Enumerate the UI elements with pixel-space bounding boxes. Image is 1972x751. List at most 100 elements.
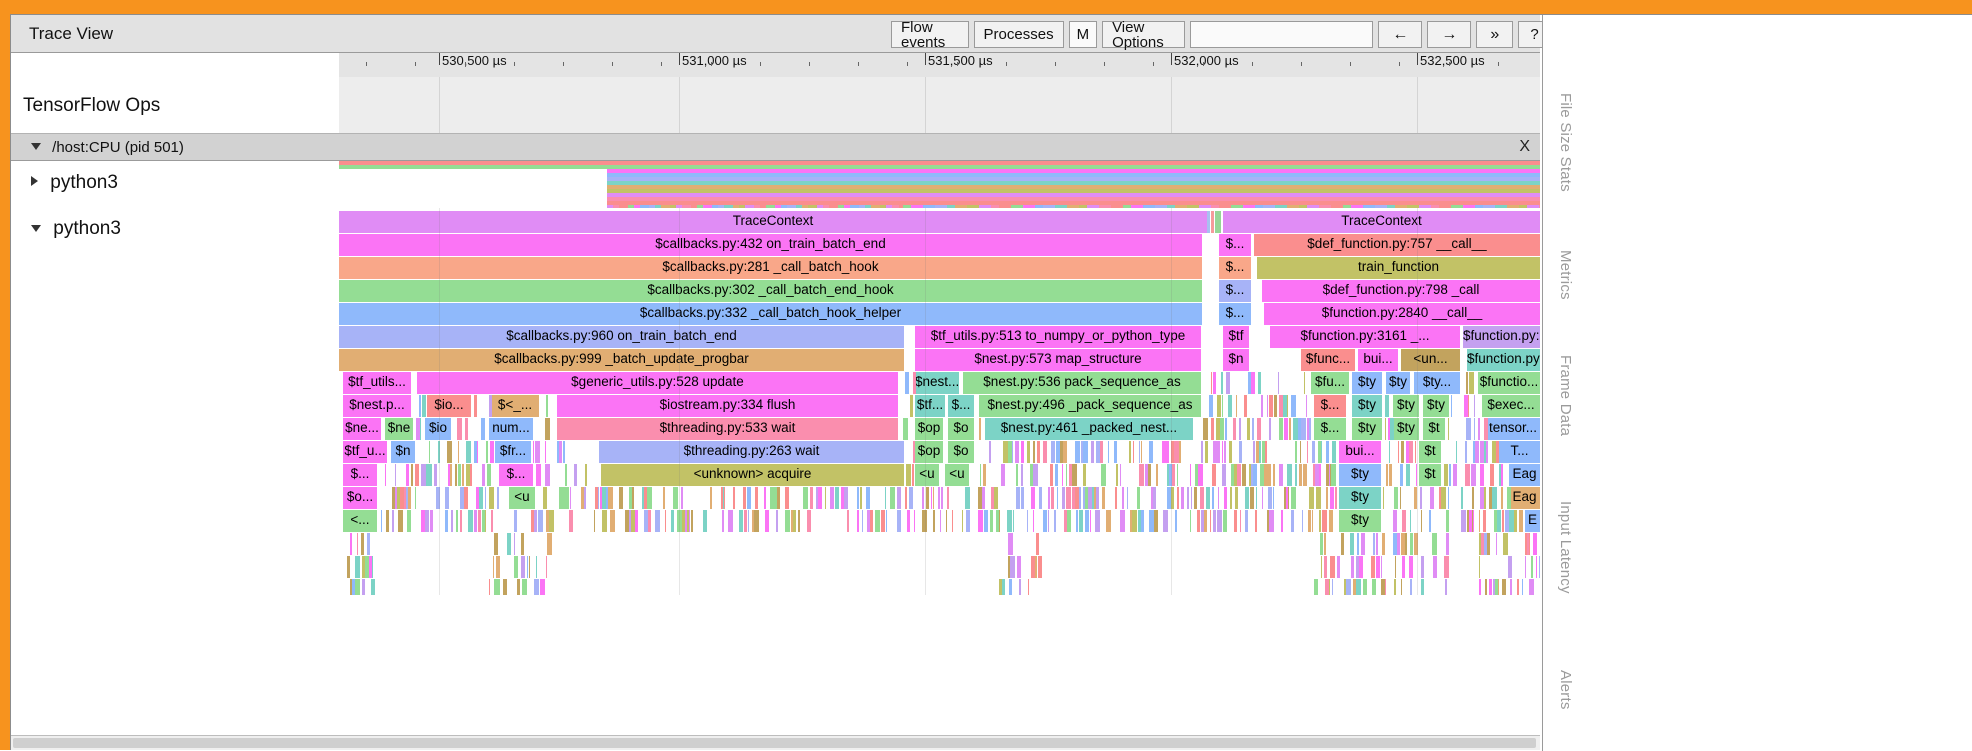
flame-block[interactable] xyxy=(1139,441,1140,463)
flame-block[interactable] xyxy=(1224,487,1227,509)
flame-block[interactable] xyxy=(1062,487,1065,509)
flame-block[interactable] xyxy=(496,579,500,595)
flame-block[interactable] xyxy=(886,510,887,532)
flame-block[interactable] xyxy=(534,579,539,595)
flame-block[interactable] xyxy=(1009,579,1012,595)
flame-block[interactable] xyxy=(563,441,565,463)
flame-block[interactable] xyxy=(1091,441,1094,463)
flame-block[interactable] xyxy=(464,487,468,509)
metrics-m-button[interactable]: M xyxy=(1068,21,1098,48)
flame-block[interactable] xyxy=(847,510,849,532)
flame-block[interactable] xyxy=(1329,464,1330,486)
flame-block[interactable] xyxy=(946,510,947,532)
flame-block[interactable] xyxy=(1525,556,1526,578)
flame-block[interactable] xyxy=(1197,510,1200,532)
flame-block[interactable] xyxy=(1013,510,1014,532)
flame-block[interactable] xyxy=(1284,418,1288,440)
flame-block[interactable] xyxy=(1051,487,1054,509)
flame-block[interactable] xyxy=(1108,441,1109,463)
flame-block[interactable] xyxy=(1394,579,1396,595)
flame-block[interactable]: $... xyxy=(1314,418,1346,440)
prev-result-button[interactable]: ← xyxy=(1378,21,1423,48)
flame-block[interactable]: $op xyxy=(915,418,943,440)
flame-block[interactable] xyxy=(1163,510,1168,532)
flame-block[interactable] xyxy=(1517,579,1519,595)
flame-block[interactable] xyxy=(1051,441,1055,463)
flame-block[interactable] xyxy=(1492,487,1497,509)
flame-block[interactable] xyxy=(570,487,571,509)
flame-block[interactable] xyxy=(1451,395,1452,417)
flame-block[interactable] xyxy=(1120,510,1125,532)
flame-block[interactable] xyxy=(897,487,901,509)
flame-block[interactable] xyxy=(1021,441,1024,463)
flame-block[interactable] xyxy=(1456,441,1457,463)
flame-block[interactable] xyxy=(474,510,477,532)
flame-block[interactable] xyxy=(1050,464,1053,486)
flame-block[interactable] xyxy=(962,510,963,532)
flame-block[interactable] xyxy=(468,510,473,532)
flame-block[interactable] xyxy=(490,441,494,463)
flame-block[interactable] xyxy=(1021,487,1024,509)
flame-block[interactable] xyxy=(455,464,457,486)
flame-block[interactable] xyxy=(1444,556,1449,578)
flame-block[interactable]: E xyxy=(1525,510,1540,532)
flame-block[interactable] xyxy=(1304,372,1305,394)
flame-block[interactable] xyxy=(1372,579,1376,595)
flame-block[interactable]: <... xyxy=(343,510,377,532)
flame-block[interactable] xyxy=(1453,464,1457,486)
flame-block[interactable] xyxy=(914,510,915,532)
flame-block[interactable] xyxy=(1533,533,1537,555)
flame-block[interactable] xyxy=(1295,441,1297,463)
flame-block[interactable] xyxy=(470,464,472,486)
flame-block[interactable] xyxy=(1502,510,1504,532)
flame-block[interactable] xyxy=(1139,464,1144,486)
flame-block[interactable] xyxy=(938,487,940,509)
thread-1-minimap[interactable] xyxy=(339,161,1540,208)
flame-block[interactable] xyxy=(1531,556,1533,578)
flow-events-button[interactable]: Flow events xyxy=(891,20,969,50)
flame-block[interactable] xyxy=(933,487,934,509)
flame-block[interactable] xyxy=(1385,418,1386,440)
flame-block[interactable] xyxy=(1350,533,1354,555)
flame-block[interactable] xyxy=(372,556,373,578)
flame-block[interactable] xyxy=(1522,579,1523,595)
flame-block[interactable] xyxy=(492,487,494,509)
flame-block[interactable] xyxy=(1002,579,1005,595)
time-ruler[interactable]: 530,500 µs 531,000 µs 531,500 µs 532,000 µs… xyxy=(11,53,1548,78)
flame-block[interactable]: T... xyxy=(1499,441,1540,463)
flame-block[interactable] xyxy=(1245,487,1249,509)
flame-block[interactable] xyxy=(1529,579,1534,595)
flame-block[interactable]: $def_function.py:798 _call xyxy=(1262,280,1540,302)
flame-block[interactable] xyxy=(1331,464,1336,486)
flame-block[interactable] xyxy=(1213,372,1216,394)
flame-block[interactable] xyxy=(885,487,886,509)
flame-block[interactable] xyxy=(460,510,462,532)
flame-block[interactable]: bui... xyxy=(1339,441,1381,463)
flame-block[interactable] xyxy=(671,510,674,532)
flame-block[interactable] xyxy=(1480,464,1484,486)
flame-block[interactable]: $ty xyxy=(1352,372,1382,394)
flame-block[interactable] xyxy=(1101,464,1106,486)
flame-block[interactable] xyxy=(1154,510,1158,532)
flame-block[interactable] xyxy=(1067,510,1071,532)
flame-block[interactable] xyxy=(1479,579,1481,595)
flame-block[interactable] xyxy=(1468,395,1469,417)
flame-block[interactable] xyxy=(982,487,985,509)
flame-block[interactable] xyxy=(514,510,517,532)
flame-block[interactable] xyxy=(1265,441,1267,463)
flame-block[interactable] xyxy=(1153,487,1156,509)
flame-block[interactable] xyxy=(1255,464,1257,486)
flame-block[interactable] xyxy=(648,510,651,532)
flame-block[interactable] xyxy=(798,510,800,532)
flame-block[interactable] xyxy=(1371,556,1375,578)
flame-block[interactable]: $nest.py:536 pack_sequence_as xyxy=(963,372,1201,394)
flame-block[interactable] xyxy=(362,579,365,595)
flame-block[interactable]: $... xyxy=(1219,257,1251,279)
flame-block[interactable] xyxy=(881,510,885,532)
flame-block[interactable] xyxy=(1446,510,1449,532)
flame-block[interactable] xyxy=(521,556,525,578)
flame-block[interactable]: TraceContext xyxy=(1223,211,1540,233)
flame-block[interactable] xyxy=(1536,556,1537,578)
flame-block[interactable] xyxy=(1191,487,1192,509)
flame-block[interactable] xyxy=(407,510,411,532)
